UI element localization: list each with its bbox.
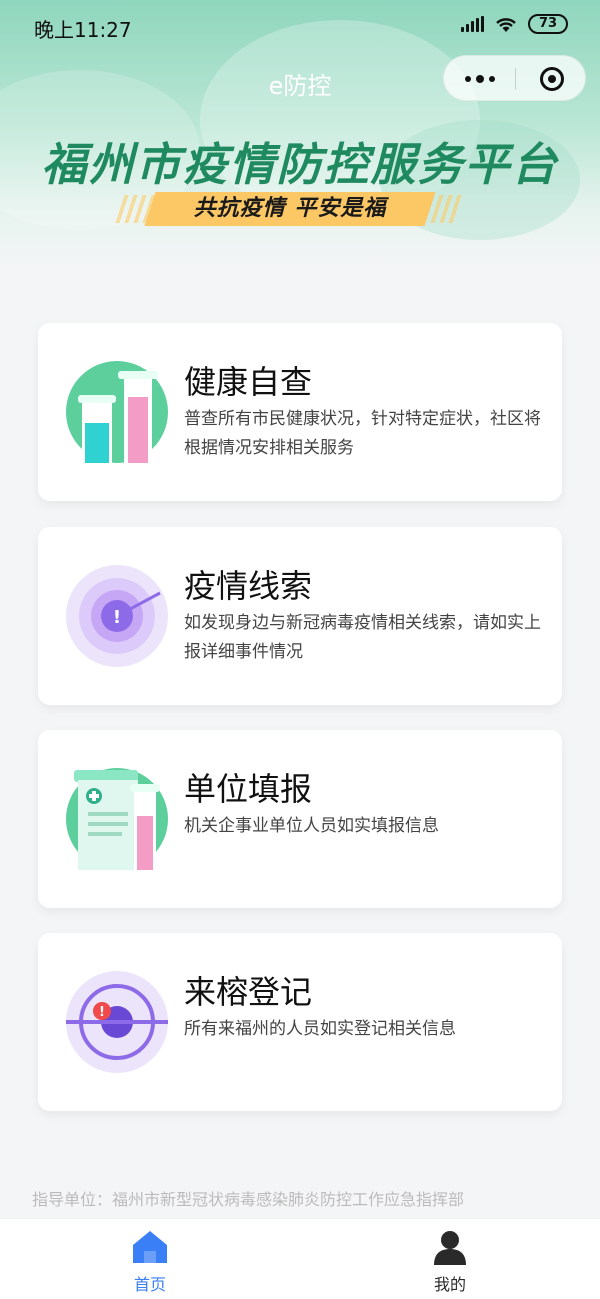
card-desc: 普查所有市民健康状况，针对特定症状，社区将根据情况安排相关服务 bbox=[184, 409, 541, 458]
svg-text:!: ! bbox=[99, 1005, 105, 1020]
wifi-icon bbox=[496, 18, 516, 32]
card-title: 单位填报 bbox=[184, 770, 313, 808]
card-desc: 机关企事业单位人员如实填报信息 bbox=[184, 816, 439, 836]
home-icon bbox=[133, 1231, 167, 1263]
svg-text:!: ! bbox=[113, 607, 121, 628]
card-arrival-registration[interactable]: ! 来榕登记 所有来福州的人员如实登记相关信息 bbox=[38, 933, 562, 1111]
target-alert-icon: ! bbox=[66, 971, 168, 1073]
medical-form-icon bbox=[66, 768, 168, 870]
tab-mine-label: 我的 bbox=[433, 1275, 466, 1294]
status-bar: 晚上11:27 73 bbox=[0, 0, 600, 54]
more-options-button[interactable] bbox=[444, 56, 515, 102]
close-miniprogram-button[interactable] bbox=[516, 56, 587, 102]
tab-home[interactable]: 首页 bbox=[0, 1219, 300, 1299]
hero-title: 福州市疫情防控服务平台 bbox=[41, 138, 559, 191]
test-tubes-icon bbox=[66, 361, 168, 463]
close-circle-icon bbox=[539, 67, 564, 91]
battery-indicator: 73 bbox=[528, 14, 568, 34]
card-health-self-check[interactable]: 健康自查 普查所有市民健康状况，针对特定症状，社区将根据情况安排相关服务 bbox=[38, 323, 562, 501]
radar-alert-icon: ! bbox=[66, 565, 168, 667]
footer-note: 指导单位：福州市新型冠状病毒感染肺炎防控工作应急指挥部 bbox=[32, 1190, 465, 1209]
status-time: 晚上11:27 bbox=[34, 18, 132, 42]
slogan-text: 共抗疫情 平安是福 bbox=[193, 196, 387, 221]
card-title: 来榕登记 bbox=[184, 973, 313, 1011]
card-desc: 所有来福州的人员如实登记相关信息 bbox=[184, 1019, 456, 1039]
slogan-banner: 共抗疫情 平安是福 bbox=[115, 192, 465, 226]
tab-bar: 首页 我的 bbox=[0, 1218, 600, 1299]
miniprogram-capsule bbox=[443, 55, 586, 101]
card-unit-report[interactable]: 单位填报 机关企事业单位人员如实填报信息 bbox=[38, 730, 562, 908]
tab-home-label: 首页 bbox=[133, 1275, 166, 1294]
user-icon bbox=[434, 1231, 466, 1265]
tab-mine[interactable]: 我的 bbox=[300, 1219, 600, 1299]
signal-icon bbox=[461, 16, 484, 32]
card-title: 健康自查 bbox=[184, 363, 313, 401]
card-desc: 如发现身边与新冠病毒疫情相关线索，请如实上报详细事件情况 bbox=[184, 613, 541, 662]
card-title: 疫情线索 bbox=[184, 567, 313, 605]
card-epidemic-clues[interactable]: ! 疫情线索 如发现身边与新冠病毒疫情相关线索，请如实上报详细事件情况 bbox=[38, 527, 562, 705]
